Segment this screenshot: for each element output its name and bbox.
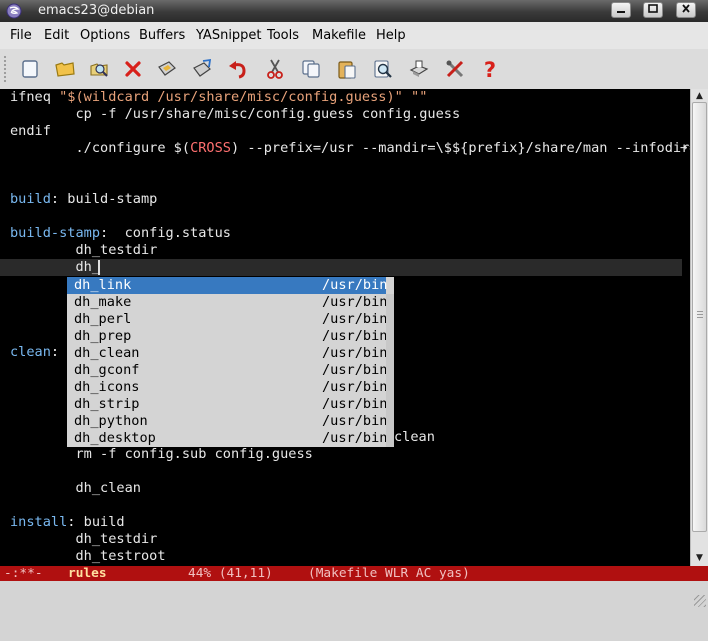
menu-file[interactable]: File: [10, 28, 32, 43]
scroll-down-arrow-icon[interactable]: ▼: [691, 551, 708, 565]
emacs-logo-icon: [6, 3, 22, 19]
undo-icon: [229, 61, 246, 79]
resize-grip-icon[interactable]: [694, 595, 706, 607]
dired-icon: [90, 63, 108, 77]
toolbar-grip[interactable]: [3, 55, 8, 83]
scissors-icon: [267, 59, 283, 79]
cut-button[interactable]: [261, 55, 289, 83]
menu-makefile[interactable]: Makefile: [312, 28, 366, 43]
minibuffer[interactable]: [0, 581, 708, 609]
help-icon: ?: [484, 58, 496, 80]
code-line: build: build-stamp: [10, 191, 158, 207]
current-line-highlight: [0, 259, 682, 276]
menu-tools[interactable]: Tools: [267, 28, 299, 43]
code-line: dh_clean: [10, 480, 141, 496]
window-title: emacs23@debian: [38, 3, 155, 18]
copy-button[interactable]: [297, 55, 325, 83]
code-line: ./configure $(CROSS) --prefix=/usr --man…: [10, 140, 690, 156]
modeline-buffer-name[interactable]: rules: [68, 566, 107, 581]
scrollbar-thumb[interactable]: [692, 102, 707, 532]
code-line: dh_testdir: [10, 242, 158, 258]
code-line: cp -f /usr/share/misc/config.guess confi…: [10, 106, 461, 122]
completion-item[interactable]: dh_icons/usr/bin: [67, 379, 394, 396]
completion-item[interactable]: dh_perl/usr/bin: [67, 311, 394, 328]
save-button[interactable]: [153, 55, 181, 83]
text-cursor: [98, 260, 100, 275]
menu-edit[interactable]: Edit: [44, 28, 69, 43]
code-line: endif: [10, 123, 51, 139]
code-line: dh_testdir: [10, 531, 158, 547]
search-icon: [374, 60, 392, 78]
save-as-icon: [193, 58, 212, 77]
close-buffer-icon: [125, 61, 141, 77]
code-line: ifneq "$(wildcard /usr/share/misc/config…: [10, 89, 428, 105]
close-window-button[interactable]: [676, 2, 696, 18]
preferences-button[interactable]: [441, 55, 469, 83]
new-file-icon: [22, 60, 38, 78]
save-as-button[interactable]: [188, 55, 216, 83]
menu-buffers[interactable]: Buffers: [139, 28, 185, 43]
tools-icon: [446, 60, 464, 78]
scroll-up-arrow-icon[interactable]: ▲: [691, 89, 708, 103]
completion-scrollbar[interactable]: [386, 294, 394, 447]
copy-icon: [302, 60, 320, 78]
close-icon: [682, 4, 690, 13]
menu-bar: File Edit Options Buffers YASnippet Tool…: [0, 22, 708, 50]
paste-icon: [338, 61, 356, 79]
close-buffer-button[interactable]: [119, 55, 147, 83]
dired-button[interactable]: [85, 55, 113, 83]
maximize-icon: [648, 4, 658, 13]
new-file-button[interactable]: [16, 55, 44, 83]
modeline-modes[interactable]: (Makefile WLR AC yas): [308, 566, 470, 581]
completion-item[interactable]: dh_clean/usr/bin: [67, 345, 394, 362]
current-code-line: dh_: [10, 259, 101, 275]
svg-text:?: ?: [484, 58, 496, 80]
maximize-button[interactable]: [643, 2, 663, 18]
completion-item[interactable]: dh_gconf/usr/bin: [67, 362, 394, 379]
undo-button[interactable]: [224, 55, 252, 83]
minimize-button[interactable]: [611, 2, 631, 18]
print-icon: [409, 60, 429, 77]
paste-button[interactable]: [333, 55, 361, 83]
modeline-status: -:**-: [4, 566, 43, 581]
minimize-icon: [617, 11, 625, 13]
code-line: install: build: [10, 514, 125, 530]
search-button[interactable]: [369, 55, 397, 83]
completion-popup: dh_link/usr/bin dh_make/usr/bin dh_perl /…: [67, 277, 394, 447]
vertical-scrollbar[interactable]: ▲ ▼: [690, 89, 708, 566]
code-line: clean:: [10, 344, 60, 360]
folder-icon: [55, 62, 75, 77]
modeline-position: 44% (41,11): [188, 566, 273, 581]
mode-line[interactable]: -:**- rules 44% (41,11) (Makefile WLR AC…: [0, 566, 708, 581]
help-button[interactable]: ?: [476, 55, 504, 83]
code-line: rm -f config.sub config.guess: [10, 446, 313, 462]
menu-options[interactable]: Options: [80, 28, 130, 43]
open-folder-button[interactable]: [51, 55, 79, 83]
code-line: build-stamp: config.status: [10, 225, 231, 241]
truncation-arrow-icon: →: [680, 140, 688, 154]
save-icon: [158, 61, 176, 76]
completion-item[interactable]: dh_make/usr/bin: [67, 294, 394, 311]
menu-yasnippet[interactable]: YASnippet: [196, 28, 262, 43]
completion-item[interactable]: dh_prep/usr/bin: [67, 328, 394, 345]
toolbar: ?: [0, 49, 708, 90]
thumb-grip: [697, 311, 703, 320]
code-line-fragment: clean: [394, 429, 435, 445]
print-button[interactable]: [405, 55, 433, 83]
completion-item[interactable]: dh_python/usr/bin: [67, 413, 394, 430]
completion-item-selected[interactable]: dh_link/usr/bin: [67, 277, 387, 294]
title-bar: emacs23@debian: [0, 0, 708, 22]
menu-help[interactable]: Help: [376, 28, 406, 43]
completion-item[interactable]: dh_desktop/usr/bin: [67, 430, 394, 447]
code-line: dh_testroot: [10, 548, 166, 564]
completion-item[interactable]: dh_strip/usr/bin: [67, 396, 394, 413]
